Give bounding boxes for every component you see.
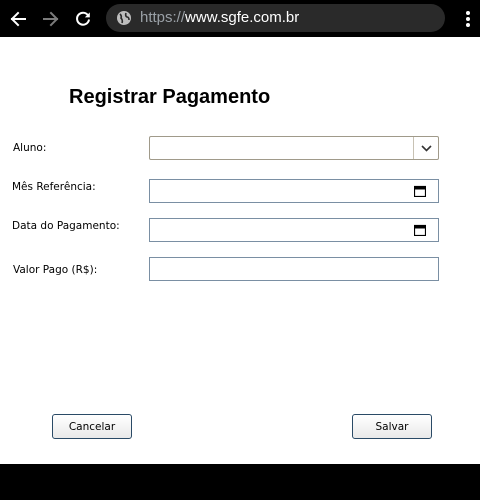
browser-toolbar: https://www.sgfe.com.br (0, 0, 480, 37)
chevron-down-icon (420, 144, 432, 152)
back-button[interactable] (6, 7, 30, 31)
url-scheme: https:// (140, 9, 186, 26)
reload-icon (76, 11, 90, 26)
forward-button[interactable] (39, 7, 63, 31)
valor-pago-label: Valor Pago (R$): (13, 264, 98, 276)
globe-icon[interactable] (116, 10, 132, 26)
aluno-dropdown-button[interactable] (413, 137, 438, 159)
data-pagamento-input[interactable] (149, 218, 439, 242)
aluno-label: Aluno: (13, 142, 47, 154)
url-host: www.sgfe.com.br (185, 9, 300, 26)
calendar-icon[interactable] (414, 224, 426, 236)
data-pagamento-label: Data do Pagamento: (12, 220, 120, 232)
cancel-button[interactable]: Cancelar (52, 414, 132, 439)
arrow-right-icon (43, 11, 59, 27)
bottom-bar (0, 464, 480, 500)
calendar-icon[interactable] (414, 185, 426, 197)
arrow-left-icon (10, 11, 26, 27)
reload-button[interactable] (71, 7, 95, 31)
menu-button[interactable] (458, 8, 478, 30)
mes-referencia-label: Mês Referência: (12, 181, 96, 193)
url-text[interactable]: https://www.sgfe.com.br (140, 9, 299, 27)
page-title: Registrar Pagamento (69, 86, 271, 108)
save-button[interactable]: Salvar (352, 414, 432, 439)
valor-pago-input[interactable] (149, 257, 439, 281)
page-content: Registrar Pagamento Aluno: Mês Referênci… (0, 37, 480, 464)
address-bar[interactable]: https://www.sgfe.com.br (106, 4, 445, 32)
kebab-menu-icon (466, 11, 470, 27)
aluno-select[interactable] (149, 136, 439, 160)
mes-referencia-input[interactable] (149, 179, 439, 203)
